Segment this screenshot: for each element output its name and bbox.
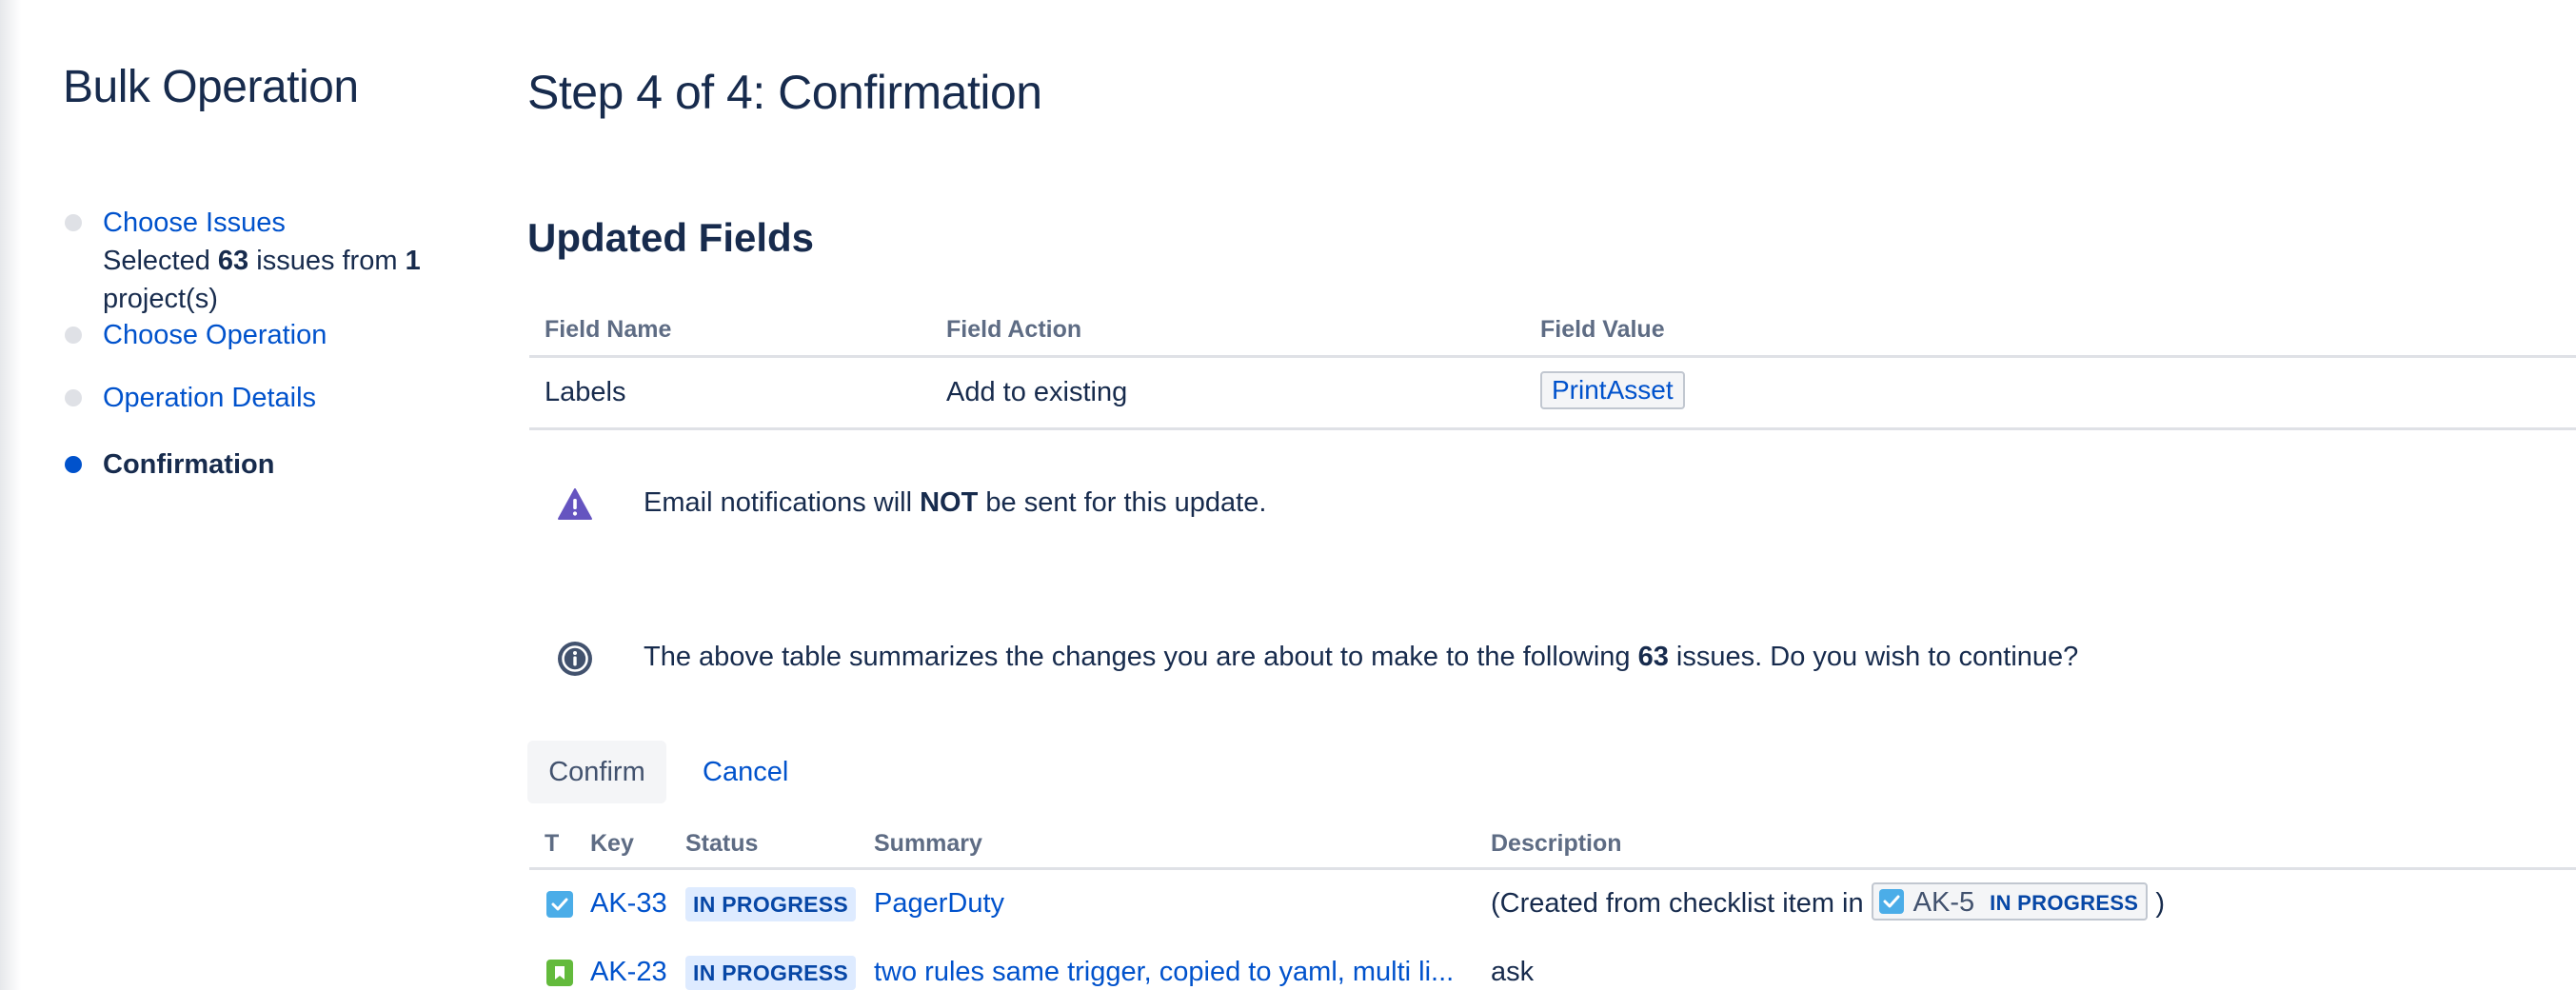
info-message: The above table summarizes the changes y… xyxy=(527,630,2574,687)
task-type-icon xyxy=(1878,888,1904,914)
sidebar-title: Bulk Operation xyxy=(63,62,359,112)
table-header: T Key Status Summary Description xyxy=(529,821,2576,870)
left-edge-shadow xyxy=(0,0,21,990)
warning-suffix: be sent for this update. xyxy=(978,487,1267,518)
issue-key-link[interactable]: AK-23 xyxy=(590,957,667,988)
header-field-action: Field Action xyxy=(946,316,1082,343)
inline-issue-link[interactable]: AK-5 IN PROGRESS xyxy=(1871,882,2149,921)
info-icon xyxy=(558,642,592,676)
inline-status-badge: IN PROGRESS xyxy=(1990,890,2139,915)
header-status: Status xyxy=(685,830,759,857)
step-dot xyxy=(65,327,82,344)
field-action-cell: Add to existing xyxy=(946,377,1128,407)
step-choose-issues: Choose Issues Selected 63 issues from 1 … xyxy=(63,204,472,316)
detail-issue-count: 63 xyxy=(217,246,249,276)
header-field-name: Field Name xyxy=(545,316,672,343)
section-title-updated-fields: Updated Fields xyxy=(527,215,815,260)
inline-issue-key: AK-5 xyxy=(1912,887,1975,919)
step-link-operation-details[interactable]: Operation Details xyxy=(103,379,316,417)
table-row: Labels Add to existing PrintAsset xyxy=(529,358,2576,430)
desc-prefix: (Created from checklist item in xyxy=(1491,888,1872,919)
detail-mid: issues from xyxy=(248,246,406,276)
warning-prefix: Email notifications will xyxy=(644,487,921,518)
step-label-confirmation: Confirmation xyxy=(103,449,275,480)
issues-table: T Key Status Summary Description AK-33 I… xyxy=(529,821,2576,990)
header-type: T xyxy=(545,830,560,857)
warning-message: Email notifications will NOT be sent for… xyxy=(527,476,2574,533)
table-row: AK-23 IN PROGRESS two rules same trigger… xyxy=(529,939,2576,990)
main-content: Step 4 of 4: Confirmation Updated Fields… xyxy=(527,0,2576,990)
label-tag-printasset[interactable]: PrintAsset xyxy=(1540,371,1685,409)
info-issue-count: 63 xyxy=(1637,642,1669,672)
bulk-operation-page: Bulk Operation Choose Issues Selected 63… xyxy=(0,0,2576,990)
story-type-icon xyxy=(546,960,573,986)
warning-text: Email notifications will NOT be sent for… xyxy=(644,487,1266,519)
info-prefix: The above table summarizes the changes y… xyxy=(644,642,1638,672)
status-badge: IN PROGRESS xyxy=(685,887,857,921)
step-list: Choose Issues Selected 63 issues from 1 … xyxy=(63,204,472,503)
header-summary: Summary xyxy=(874,830,982,857)
info-text: The above table summarizes the changes y… xyxy=(644,642,2078,673)
issue-summary-link[interactable]: PagerDuty xyxy=(874,888,1472,920)
detail-suffix: project(s) xyxy=(103,284,218,314)
confirm-button[interactable]: Confirm xyxy=(527,741,666,803)
detail-project-count: 1 xyxy=(405,246,421,276)
desc-suffix: ) xyxy=(2155,888,2165,919)
issue-summary-link[interactable]: two rules same trigger, copied to yaml, … xyxy=(874,957,1472,988)
step-dot-active xyxy=(65,456,82,473)
cancel-button[interactable]: Cancel xyxy=(687,741,803,803)
field-name-cell: Labels xyxy=(545,377,626,407)
warning-icon xyxy=(558,488,592,520)
step-dot xyxy=(65,389,82,406)
warning-bold: NOT xyxy=(920,487,979,518)
detail-prefix: Selected xyxy=(103,246,218,276)
step-choose-operation: Choose Operation xyxy=(63,316,472,379)
table-row: AK-33 IN PROGRESS PagerDuty (Created fro… xyxy=(529,870,2576,939)
table-header: Field Name Field Action Field Value xyxy=(529,303,2576,358)
step-link-choose-operation[interactable]: Choose Operation xyxy=(103,316,327,354)
task-type-icon xyxy=(546,891,573,918)
page-title: Step 4 of 4: Confirmation xyxy=(527,66,1042,119)
step-confirmation: Confirmation xyxy=(63,446,472,503)
step-link-choose-issues[interactable]: Choose Issues xyxy=(103,204,286,242)
header-field-value: Field Value xyxy=(1540,316,1665,343)
step-detail-selected: Selected 63 issues from 1 project(s) xyxy=(103,242,472,318)
updated-fields-table: Field Name Field Action Field Value Labe… xyxy=(529,303,2576,430)
issue-description: ask xyxy=(1491,957,1535,987)
info-suffix: issues. Do you wish to continue? xyxy=(1668,642,2079,672)
header-description: Description xyxy=(1491,830,1622,857)
step-dot xyxy=(65,214,82,231)
header-key: Key xyxy=(590,830,634,857)
issue-key-link[interactable]: AK-33 xyxy=(590,888,667,920)
issue-description: (Created from checklist item in AK-5 IN P… xyxy=(1491,882,2165,921)
status-badge: IN PROGRESS xyxy=(685,956,857,990)
step-operation-details: Operation Details xyxy=(63,379,472,446)
